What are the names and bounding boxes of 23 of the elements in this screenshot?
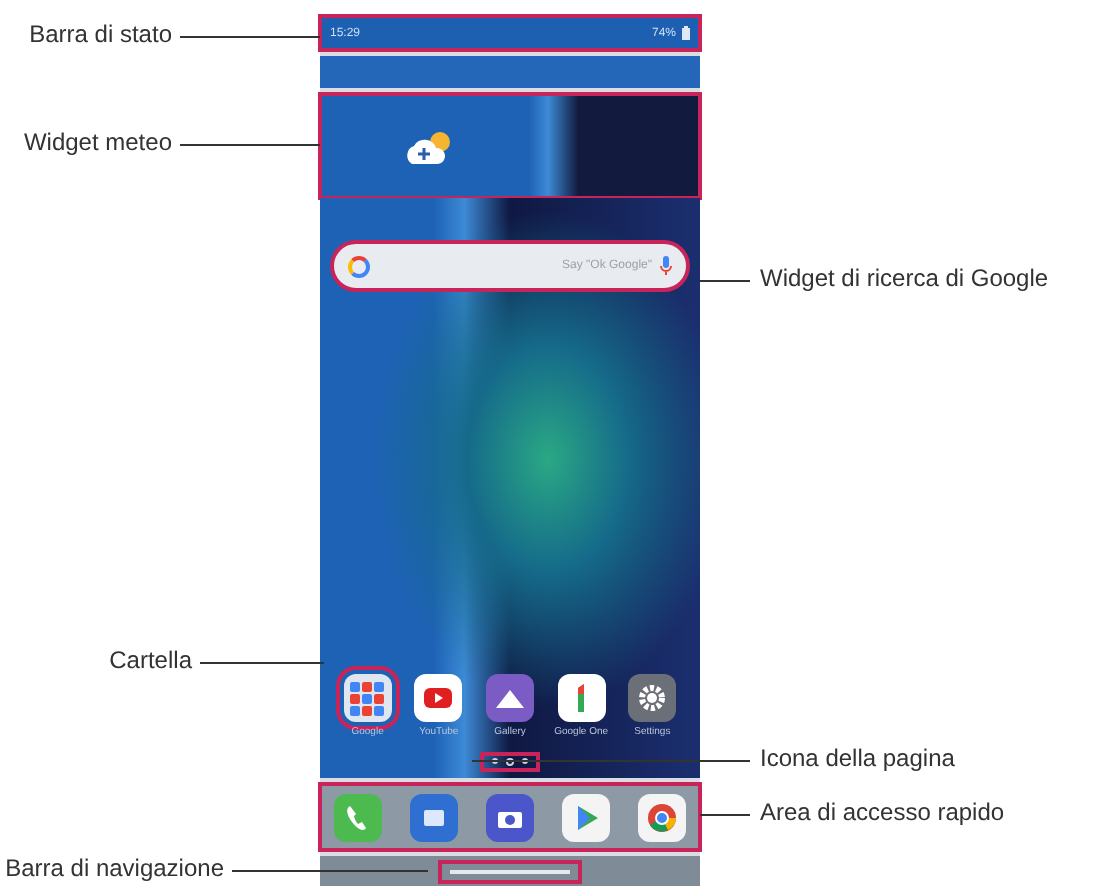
leader-line — [200, 662, 324, 664]
callout-label: Icona della pagina — [760, 744, 955, 772]
callout-label: Widget di ricerca di Google — [760, 264, 1049, 292]
microphone-icon[interactable] — [660, 256, 672, 276]
app-icon[interactable] — [628, 674, 677, 722]
google-g-icon — [348, 255, 370, 277]
leader-line — [180, 36, 320, 38]
leader-line — [700, 280, 750, 282]
folder-icon[interactable] — [343, 674, 392, 722]
battery-icon — [682, 26, 690, 40]
page-indicator[interactable] — [482, 754, 538, 770]
app-icon[interactable] — [486, 793, 534, 841]
callout-label: Barra di navigazione — [5, 854, 224, 882]
app-icon[interactable] — [485, 674, 534, 722]
callout-label: Widget meteo — [23, 128, 172, 156]
weather-widget[interactable] — [320, 94, 700, 198]
callout-label: Cartella — [109, 646, 192, 674]
navigation-bar[interactable] — [440, 861, 580, 881]
app-icon[interactable] — [557, 674, 606, 722]
leader-line — [180, 144, 320, 146]
callout-label: Barra di stato — [29, 20, 172, 48]
leader-line — [700, 814, 750, 816]
callout-label: Area di accesso rapido — [760, 798, 1005, 826]
